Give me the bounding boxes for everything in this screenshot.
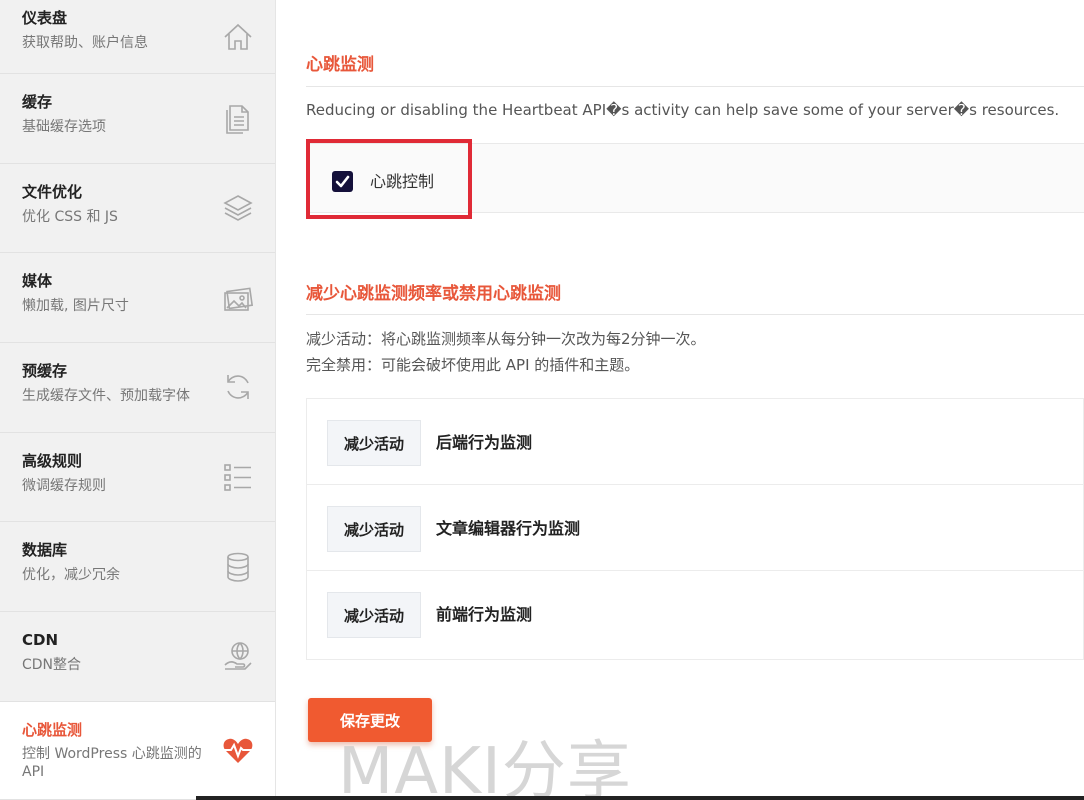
sidebar-item-subtitle: 优化 CSS 和 JS — [22, 208, 118, 225]
frontend-behavior-select[interactable]: 减少活动 — [327, 592, 421, 638]
sidebar-item-title: 数据库 — [22, 541, 68, 560]
heartbeat-icon — [221, 733, 255, 767]
sidebar-item-subtitle: 优化，减少冗余 — [22, 567, 120, 584]
sidebar-item-subtitle: 生成缓存文件、预加载字体 — [22, 388, 190, 405]
sidebar-item-title: 仪表盘 — [22, 9, 68, 27]
sidebar-item-title: 文件优化 — [22, 182, 83, 201]
backend-behavior-select[interactable]: 减少活动 — [327, 420, 421, 466]
reduce-description-line-1: 减少活动：将心跳监测频率从每分钟一次改为每2分钟一次。 — [306, 330, 706, 348]
sidebar-item-subtitle: 基础缓存选项 — [22, 119, 106, 135]
images-icon — [221, 281, 255, 315]
sidebar-item-database[interactable]: 数据库 优化，减少冗余 — [0, 522, 275, 613]
editor-behavior-label: 文章编辑器行为监测 — [436, 519, 581, 538]
heartbeat-control-label[interactable]: 心跳控制 — [370, 171, 434, 193]
sidebar-item-title: 高级规则 — [22, 451, 83, 470]
editor-behavior-select[interactable]: 减少活动 — [327, 506, 421, 552]
heartbeat-description: Reducing or disabling the Heartbeat API�… — [306, 101, 1060, 119]
heartbeat-options-panel: 减少活动 后端行为监测 减少活动 文章编辑器行为监测 减少活动 前端行为监测 — [306, 398, 1084, 660]
sidebar-item-title: 缓存 — [22, 93, 53, 111]
sidebar-item-subtitle: 控制 WordPress 心跳监测的 API — [22, 745, 202, 780]
sidebar-item-title: 媒体 — [22, 272, 53, 291]
sidebar-item-title: CDN — [22, 631, 59, 650]
bottom-bar — [196, 796, 1084, 800]
reduce-description-line-2: 完全禁用：可能会破坏使用此 API 的插件和主题。 — [306, 356, 640, 374]
sidebar-item-dashboard[interactable]: 仪表盘 获取帮助、账户信息 — [0, 0, 275, 74]
sidebar-item-subtitle: 微调缓存规则 — [22, 477, 106, 494]
home-icon — [221, 20, 255, 54]
highlight-box: 心跳控制 — [306, 139, 472, 219]
list-icon — [221, 460, 255, 494]
divider — [306, 86, 1084, 87]
database-icon — [221, 550, 255, 584]
checkmark-icon — [335, 175, 350, 188]
sidebar-item-media[interactable]: 媒体 懒加载, 图片尺寸 — [0, 253, 275, 344]
sidebar-item-advanced-rules[interactable]: 高级规则 微调缓存规则 — [0, 433, 275, 523]
heartbeat-section-title: 心跳监测 — [306, 55, 374, 75]
document-icon — [221, 101, 255, 135]
frontend-behavior-label: 前端行为监测 — [436, 605, 533, 624]
sidebar-item-title: 预缓存 — [22, 362, 68, 381]
main-content: 心跳监测 Reducing or disabling the Heartbeat… — [306, 0, 1084, 800]
heartbeat-control-checkbox[interactable] — [332, 171, 353, 192]
sidebar-item-file-optimization[interactable]: 文件优化 优化 CSS 和 JS — [0, 164, 275, 254]
option-row-backend: 减少活动 后端行为监测 — [307, 399, 1083, 485]
sidebar-item-cdn[interactable]: CDN CDN整合 — [0, 612, 275, 702]
sidebar-item-subtitle: 懒加载, 图片尺寸 — [22, 298, 129, 315]
refresh-icon — [221, 370, 255, 404]
layers-icon — [221, 191, 255, 225]
option-row-editor: 减少活动 文章编辑器行为监测 — [307, 485, 1083, 571]
sidebar-item-subtitle: 获取帮助、账户信息 — [22, 35, 148, 51]
backend-behavior-label: 后端行为监测 — [436, 433, 533, 452]
save-changes-button[interactable]: 保存更改 — [308, 698, 432, 742]
globe-hand-icon — [221, 639, 255, 673]
reduce-section-title: 减少心跳监测频率或禁用心跳监测 — [306, 284, 561, 304]
sidebar: 仪表盘 获取帮助、账户信息 缓存 基础缓存选项 文件优化 优化 CSS 和 JS… — [0, 0, 276, 800]
sidebar-item-cache[interactable]: 缓存 基础缓存选项 — [0, 74, 275, 164]
sidebar-item-subtitle: CDN整合 — [22, 657, 82, 674]
sidebar-item-preload[interactable]: 预缓存 生成缓存文件、预加载字体 — [0, 343, 275, 433]
option-row-frontend: 减少活动 前端行为监测 — [307, 571, 1083, 657]
divider — [306, 314, 1084, 315]
sidebar-item-heartbeat[interactable]: 心跳监测 控制 WordPress 心跳监测的 API — [0, 701, 275, 800]
sidebar-item-title: 心跳监测 — [22, 720, 83, 739]
